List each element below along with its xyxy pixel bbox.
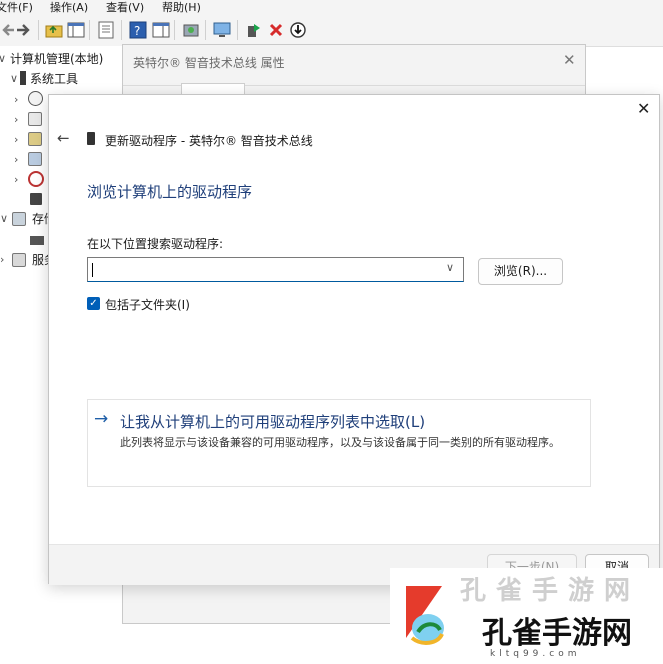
toolbar-separator — [205, 20, 206, 40]
dialog-title: 英特尔® 智音技术总线 属性 — [133, 56, 285, 70]
page-title: 浏览计算机上的驱动程序 — [87, 183, 253, 201]
chevron-right-icon[interactable]: › — [0, 253, 4, 266]
toolbar-separator — [38, 20, 39, 40]
enable-device-icon[interactable] — [244, 20, 264, 40]
pick-from-list-title[interactable]: 让我从计算机上的可用驱动程序列表中选取(L) — [120, 411, 425, 432]
toolbar-separator — [237, 20, 238, 40]
watermark-domain: kltq99.com — [490, 649, 581, 659]
toolbar-separator — [89, 20, 90, 40]
forward-arrow-icon[interactable] — [14, 20, 34, 40]
menu-file[interactable]: 文件(F) — [0, 0, 33, 15]
chevron-right-icon[interactable]: › — [14, 153, 18, 166]
wizard-header-title: 更新驱动程序 - 英特尔® 智音技术总线 — [105, 134, 313, 148]
menu-help[interactable]: 帮助(H) — [162, 0, 201, 15]
chevron-right-icon[interactable]: › — [14, 93, 18, 106]
search-location-label: 在以下位置搜索驱动程序: — [87, 237, 224, 251]
chevron-down-icon[interactable]: ∨ — [0, 212, 8, 225]
tree-item-system-tools[interactable]: ∨ 系统工具 — [0, 70, 130, 90]
pick-from-list-description: 此列表将显示与该设备兼容的可用驱动程序，以及与该设备属于同一类别的所有驱动程序。 — [120, 436, 560, 449]
tools-icon — [20, 71, 26, 85]
menu-action[interactable]: 操作(A) — [50, 0, 88, 15]
event-viewer-icon[interactable] — [28, 112, 42, 126]
performance-icon[interactable] — [28, 171, 44, 187]
tree-item-label: 计算机管理(本地) — [10, 52, 104, 66]
watermark-faint-text: 孔雀手游网 — [460, 576, 641, 606]
scan-hardware-icon[interactable] — [181, 20, 201, 40]
help-icon[interactable]: ? — [128, 20, 148, 40]
close-icon[interactable]: ✕ — [637, 99, 650, 118]
watermark: 孔雀手游网 孔雀手游网 kltq99.com — [390, 568, 663, 664]
toolbar: ? — [0, 14, 663, 47]
text-caret — [92, 263, 93, 277]
tree-item-label: 系统工具 — [30, 72, 79, 86]
right-arrow-icon: → — [94, 409, 109, 429]
toolbar-separator — [174, 20, 175, 40]
storage-icon — [12, 212, 26, 226]
device-manager-icon[interactable] — [30, 193, 42, 205]
uninstall-icon[interactable] — [266, 20, 286, 40]
close-icon[interactable]: ✕ — [563, 51, 576, 69]
chevron-down-icon[interactable]: ∨ — [10, 72, 18, 85]
menu-view[interactable]: 查看(V) — [106, 0, 144, 15]
driver-path-combo[interactable]: ∨ — [87, 257, 464, 282]
menu-bar: 文件(F) 操作(A) 查看(V) 帮助(H) — [0, 0, 663, 14]
back-arrow-icon[interactable]: ← — [57, 129, 70, 147]
shared-folders-icon[interactable] — [28, 132, 42, 146]
include-subfolders-label[interactable]: 包括子文件夹(I) — [105, 296, 190, 313]
include-subfolders-checkbox[interactable]: ✓ — [87, 297, 100, 310]
device-icon — [87, 132, 95, 145]
browse-button[interactable]: 浏览(R)... — [478, 258, 563, 285]
chevron-down-icon[interactable]: ∨ — [446, 261, 454, 274]
monitor-icon[interactable] — [212, 20, 232, 40]
watermark-logo — [398, 578, 448, 654]
chevron-right-icon[interactable]: › — [14, 173, 18, 186]
update-driver-wizard: ✕ ← 更新驱动程序 - 英特尔® 智音技术总线 浏览计算机上的驱动程序 在以下… — [48, 94, 660, 585]
properties-icon[interactable] — [96, 20, 116, 40]
chevron-right-icon[interactable]: › — [14, 113, 18, 126]
task-scheduler-icon[interactable] — [28, 91, 43, 106]
svg-text:?: ? — [134, 24, 140, 38]
show-hide-tree-icon[interactable] — [66, 20, 86, 40]
pick-from-list-option[interactable]: → 让我从计算机上的可用驱动程序列表中选取(L) 此列表将显示与该设备兼容的可用… — [87, 399, 591, 487]
folder-up-icon[interactable] — [44, 20, 64, 40]
action-pane-icon[interactable] — [151, 20, 171, 40]
chevron-down-icon[interactable]: ∨ — [0, 52, 6, 65]
local-users-icon[interactable] — [28, 152, 42, 166]
toolbar-separator — [121, 20, 122, 40]
services-icon — [12, 253, 26, 267]
disk-management-icon[interactable] — [30, 236, 44, 245]
watermark-brand: 孔雀手游网 — [482, 616, 632, 651]
update-driver-icon[interactable] — [288, 20, 308, 40]
chevron-right-icon[interactable]: › — [14, 133, 18, 146]
